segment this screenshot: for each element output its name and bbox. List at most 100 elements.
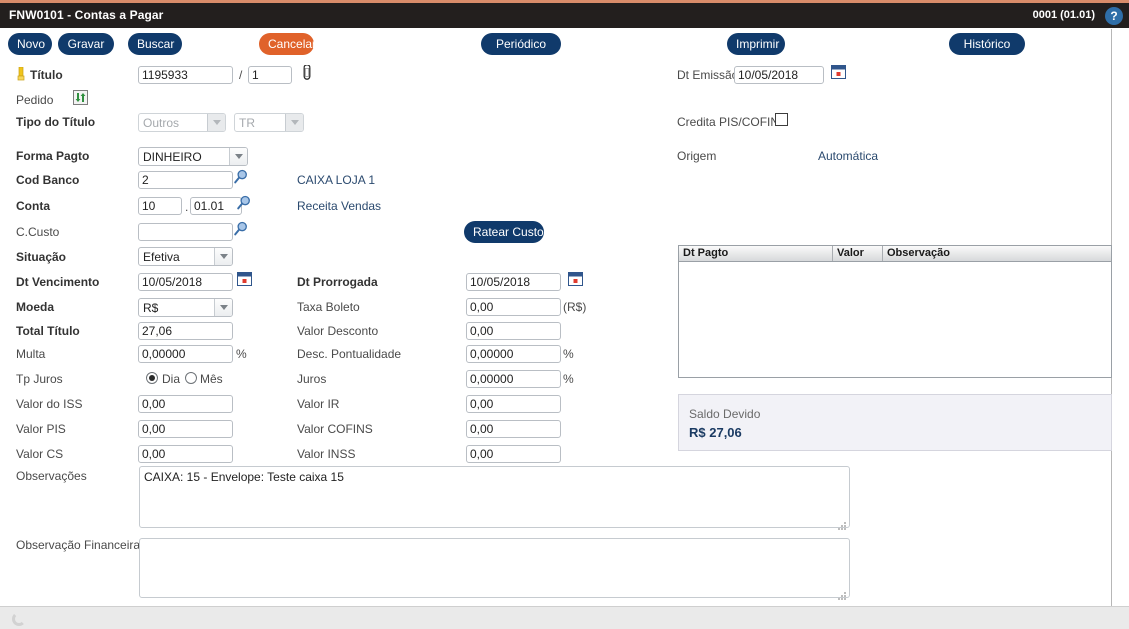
- historico-button[interactable]: Histórico: [949, 33, 1025, 55]
- juros-input[interactable]: [466, 370, 561, 388]
- grid-col-dt-pagto[interactable]: Dt Pagto: [679, 246, 833, 261]
- grid-col-observacao[interactable]: Observação: [883, 246, 1111, 261]
- tp-juros-radio-mes[interactable]: [185, 372, 197, 384]
- saldo-devido-value: R$ 27,06: [689, 425, 742, 440]
- origem-label: Origem: [677, 149, 716, 163]
- cod-banco-input[interactable]: [138, 171, 233, 189]
- chevron-down-icon: [229, 148, 247, 165]
- forma-pagto-label: Forma Pagto: [16, 149, 89, 163]
- status-bar: [0, 606, 1129, 629]
- ccusto-label: C.Custo: [16, 225, 59, 239]
- total-titulo-label: Total Título: [16, 324, 80, 338]
- tipo-titulo-select-1[interactable]: Outros: [138, 113, 226, 132]
- search-icon[interactable]: [233, 221, 249, 237]
- cod-banco-description: CAIXA LOJA 1: [297, 173, 375, 187]
- buscar-button[interactable]: Buscar: [128, 33, 182, 55]
- valor-cs-label: Valor CS: [16, 447, 63, 461]
- grid-body: [679, 262, 1111, 377]
- dt-prorrogada-input[interactable]: [466, 273, 561, 291]
- calendar-icon[interactable]: [237, 272, 252, 286]
- novo-button[interactable]: Novo: [8, 33, 52, 55]
- valor-desconto-input[interactable]: [466, 322, 561, 340]
- tp-juros-dia-label: Dia: [162, 372, 180, 386]
- saldo-devido-panel: Saldo Devido R$ 27,06: [678, 394, 1112, 451]
- tp-juros-label: Tp Juros: [16, 372, 63, 386]
- loading-spinner-icon: [12, 612, 26, 626]
- origem-value: Automática: [818, 149, 878, 163]
- desc-pontualidade-label: Desc. Pontualidade: [297, 347, 401, 361]
- tipo-titulo-value-2: TR: [235, 116, 285, 130]
- tipo-titulo-label: Tipo do Título: [16, 115, 95, 129]
- application-window: FNW0101 - Contas a Pagar 0001 (01.01) ? …: [0, 0, 1129, 629]
- valor-iss-input[interactable]: [138, 395, 233, 413]
- juros-suffix: %: [563, 372, 574, 386]
- titulo-number-input[interactable]: [138, 66, 233, 84]
- calendar-icon[interactable]: [568, 272, 583, 286]
- valor-cofins-input[interactable]: [466, 420, 561, 438]
- search-icon[interactable]: [233, 169, 249, 185]
- juros-label: Juros: [297, 372, 326, 386]
- tp-juros-radio-dia[interactable]: [146, 372, 158, 384]
- valor-pis-input[interactable]: [138, 420, 233, 438]
- desc-pontualidade-suffix: %: [563, 347, 574, 361]
- taxa-boleto-suffix: (R$): [563, 300, 586, 314]
- valor-inss-label: Valor INSS: [297, 447, 355, 461]
- chevron-down-icon: [214, 299, 232, 316]
- paperclip-icon[interactable]: [301, 65, 313, 81]
- valor-cs-input[interactable]: [138, 445, 233, 463]
- taxa-boleto-label: Taxa Boleto: [297, 300, 360, 314]
- conta-dot: .: [185, 200, 188, 214]
- total-titulo-input[interactable]: [138, 322, 233, 340]
- cancelar-button[interactable]: Cancelar: [259, 33, 314, 55]
- titulo-parcela-input[interactable]: [248, 66, 292, 84]
- dt-emissao-input[interactable]: [734, 66, 824, 84]
- forma-pagto-value: DINHEIRO: [139, 150, 229, 164]
- gravar-button[interactable]: Gravar: [58, 33, 114, 55]
- observacao-financeira-textarea[interactable]: [139, 538, 850, 598]
- desc-pontualidade-input[interactable]: [466, 345, 561, 363]
- chevron-down-icon: [285, 114, 303, 131]
- search-icon[interactable]: [236, 195, 252, 211]
- help-icon[interactable]: ?: [1105, 7, 1123, 25]
- dt-emissao-label: Dt Emissão: [677, 68, 738, 82]
- tp-juros-mes-label: Mês: [200, 372, 223, 386]
- pagamentos-grid: Dt Pagto Valor Observação: [678, 245, 1112, 378]
- conta-description: Receita Vendas: [297, 199, 381, 213]
- grid-col-valor[interactable]: Valor: [833, 246, 883, 261]
- taxa-boleto-input[interactable]: [466, 298, 561, 316]
- moeda-value: R$: [139, 301, 214, 315]
- multa-label: Multa: [16, 347, 45, 361]
- window-titlebar: FNW0101 - Contas a Pagar 0001 (01.01) ?: [0, 3, 1129, 28]
- periodico-button[interactable]: Periódico: [481, 33, 561, 55]
- dt-vencimento-input[interactable]: [138, 273, 233, 291]
- valor-inss-input[interactable]: [466, 445, 561, 463]
- refresh-icon[interactable]: [73, 90, 88, 105]
- moeda-select[interactable]: R$: [138, 298, 233, 317]
- situacao-select[interactable]: Efetiva: [138, 247, 233, 266]
- valor-ir-label: Valor IR: [297, 397, 339, 411]
- moeda-label: Moeda: [16, 300, 54, 314]
- tipo-titulo-select-2[interactable]: TR: [234, 113, 304, 132]
- saldo-devido-label: Saldo Devido: [689, 407, 760, 421]
- multa-input[interactable]: [138, 345, 233, 363]
- imprimir-button[interactable]: Imprimir: [727, 33, 785, 55]
- calendar-icon[interactable]: [831, 65, 846, 79]
- observacoes-label: Observações: [16, 469, 87, 483]
- window-code: 0001 (01.01): [1033, 9, 1095, 21]
- valor-cofins-label: Valor COFINS: [297, 422, 373, 436]
- credita-pis-cofins-checkbox[interactable]: [775, 113, 788, 126]
- conta-input-2[interactable]: [190, 197, 242, 215]
- forma-pagto-select[interactable]: DINHEIRO: [138, 147, 248, 166]
- conta-input-1[interactable]: [138, 197, 182, 215]
- observacoes-textarea[interactable]: [139, 466, 850, 528]
- observacao-financeira-label: Observação Financeira: [16, 538, 140, 552]
- situacao-label: Situação: [16, 250, 66, 264]
- valor-ir-input[interactable]: [466, 395, 561, 413]
- grid-header-row: Dt Pagto Valor Observação: [679, 246, 1111, 262]
- titulo-key-icon: [16, 67, 26, 81]
- ratear-custo-button[interactable]: Ratear Custo: [464, 221, 544, 243]
- ccusto-input[interactable]: [138, 223, 233, 241]
- dt-prorrogada-label: Dt Prorrogada: [297, 275, 378, 289]
- chevron-down-icon: [214, 248, 232, 265]
- credita-pis-cofins-label: Credita PIS/COFINS: [677, 115, 787, 129]
